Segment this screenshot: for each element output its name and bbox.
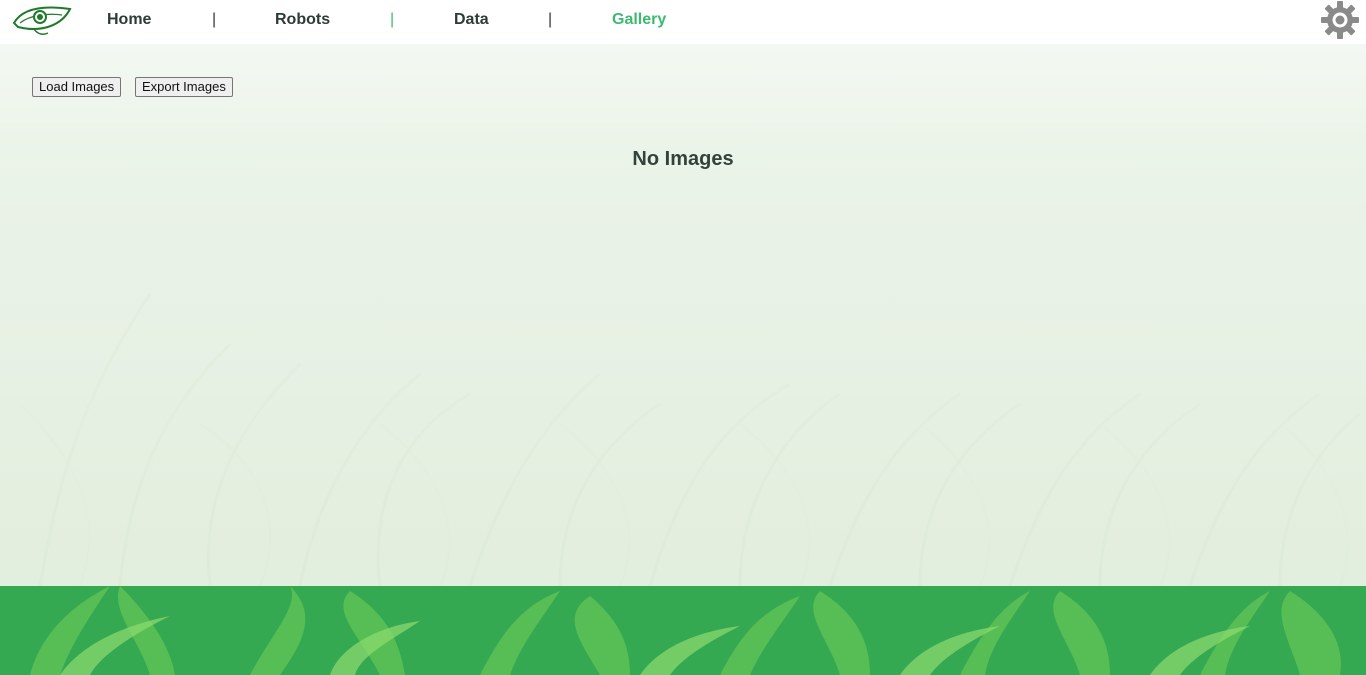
top-navbar: Home | Robots | Data | Gallery <box>0 0 1366 44</box>
eye-leaf-logo[interactable] <box>12 3 72 37</box>
footer-banner <box>0 586 1366 675</box>
nav-separator: | <box>212 11 217 28</box>
nav-data-link[interactable]: Data <box>454 11 489 29</box>
export-images-button[interactable]: Export Images <box>135 77 233 97</box>
nav-separator: | <box>390 11 395 28</box>
nav-separator: | <box>548 11 553 28</box>
background-wash-overlay <box>0 44 1366 586</box>
corn-field-footer-image <box>0 586 1366 675</box>
app-page: Home | Robots | Data | Gallery Load Imag… <box>0 0 1366 675</box>
nav-gallery-link[interactable]: Gallery <box>612 11 666 29</box>
nav-robots-link[interactable]: Robots <box>275 11 330 29</box>
no-images-message: No Images <box>632 148 734 170</box>
gallery-main: Load Images Export Images No Images <box>0 44 1366 586</box>
load-images-button[interactable]: Load Images <box>32 77 122 97</box>
nav-home-link[interactable]: Home <box>107 11 151 29</box>
gear-icon[interactable] <box>1320 0 1360 40</box>
